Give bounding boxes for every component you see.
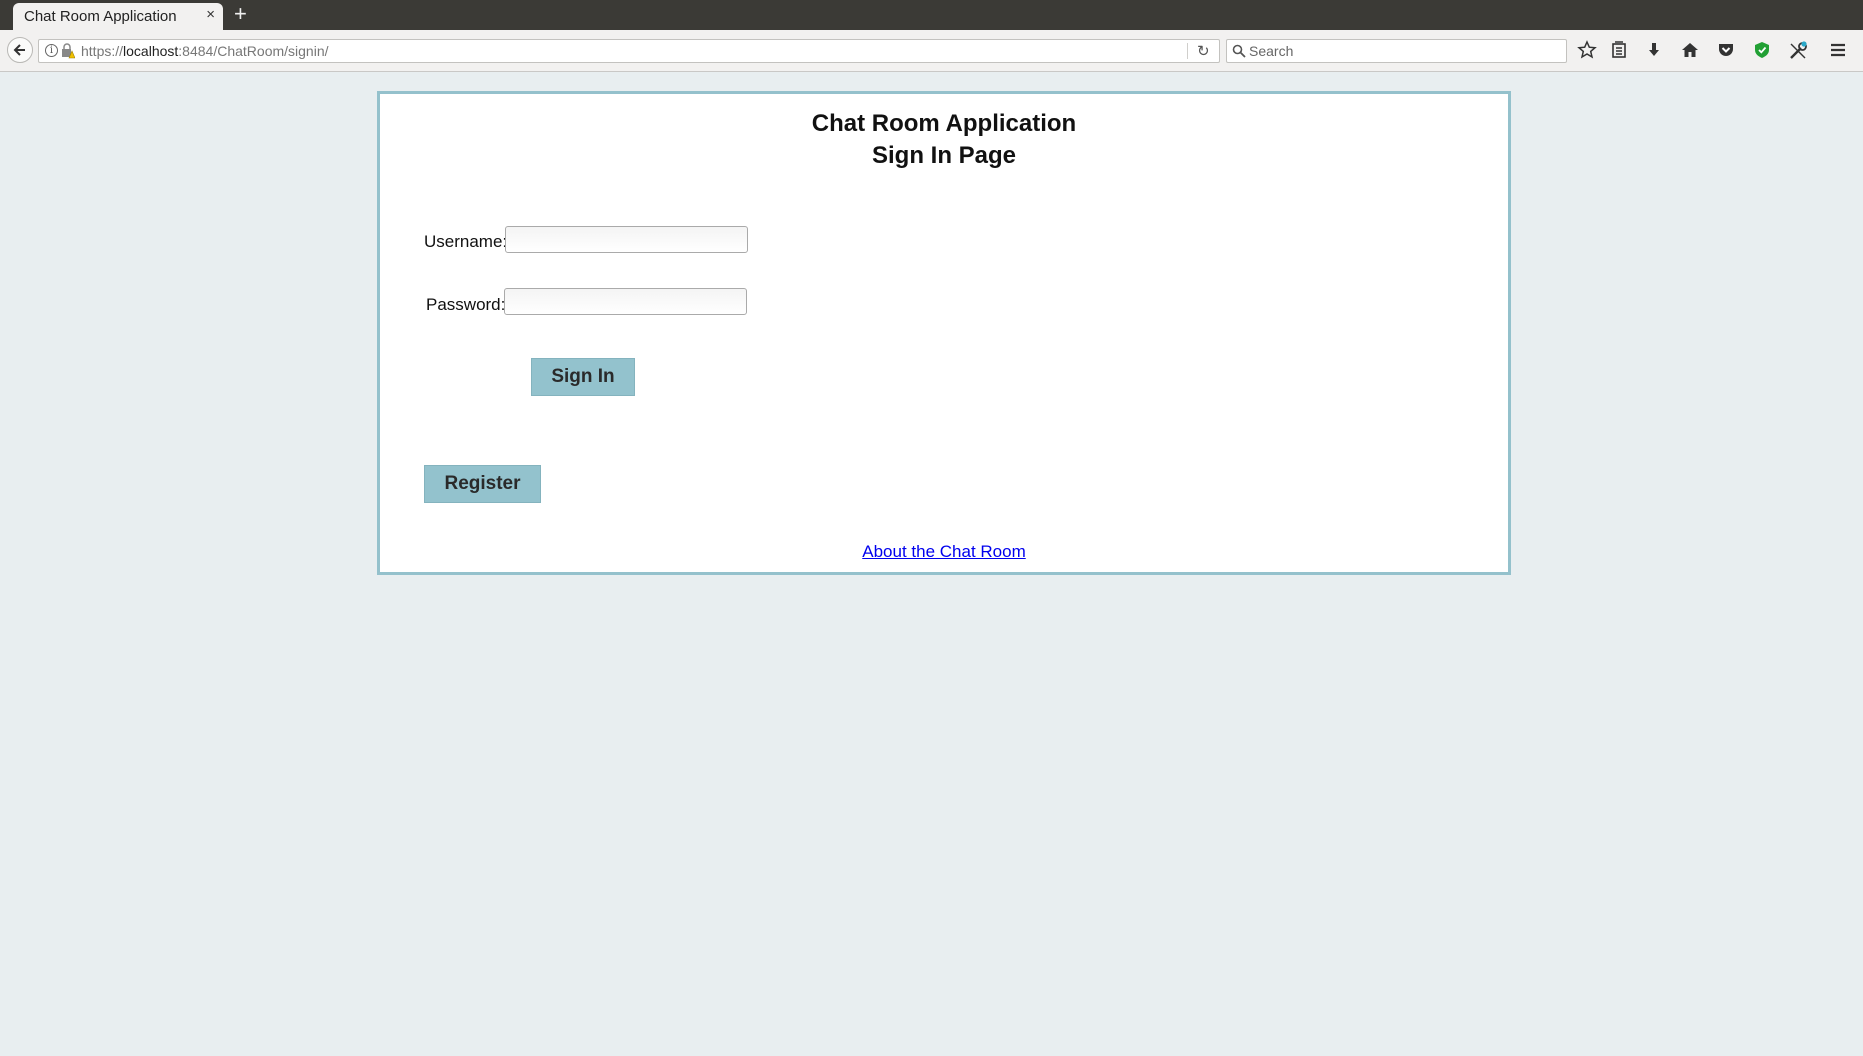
tab-close-icon[interactable]: × [206,6,215,23]
page-subtitle: Sign In Page [871,142,1017,169]
url-host: localhost [123,43,179,59]
shield-icon[interactable] [1752,40,1774,62]
url-bar[interactable]: i https://localhost:8484/ChatRoom/signin… [38,39,1220,63]
tab-title: Chat Room Application [24,8,177,25]
url-text[interactable]: https://localhost:8484/ChatRoom/signin/ [81,43,329,59]
info-icon[interactable]: i [45,44,58,57]
page-title: Chat Room Application Sign In Page [380,108,1508,172]
search-icon [1232,44,1246,58]
password-field[interactable] [504,288,747,315]
tab-active[interactable]: Chat Room Application × [13,3,223,30]
username-label: Username: [424,232,508,251]
navigation-bar: i https://localhost:8484/ChatRoom/signin… [0,30,1863,72]
register-button[interactable]: Register [424,465,541,503]
tab-bar: Chat Room Application × + [0,0,1863,30]
library-icon[interactable] [1609,40,1631,62]
reload-icon[interactable]: ↻ [1197,42,1210,60]
lock-icon[interactable] [61,43,75,59]
back-button[interactable] [7,37,33,63]
url-divider [1187,43,1188,59]
search-bar[interactable] [1226,39,1567,63]
signin-panel: Chat Room Application Sign In Page Usern… [377,91,1511,575]
tools-icon[interactable] [1787,40,1809,62]
app-title: Chat Room Application [811,110,1077,137]
url-path: :8484/ChatRoom/signin/ [178,43,329,59]
password-label: Password: [426,295,506,314]
url-scheme: https:// [81,43,124,59]
about-link-container: About the Chat Room [380,542,1508,562]
home-icon[interactable] [1680,40,1702,62]
search-input[interactable] [1249,42,1549,60]
page-viewport: Chat Room Application Sign In Page Usern… [0,72,1863,1056]
bookmark-star-icon[interactable] [1577,40,1599,62]
download-icon[interactable] [1644,40,1666,62]
menu-icon[interactable] [1828,40,1850,62]
pocket-icon[interactable] [1716,40,1738,62]
new-tab-icon[interactable]: + [234,1,247,27]
back-icon [13,44,25,56]
signin-button[interactable]: Sign In [531,358,635,396]
username-field[interactable] [505,226,748,253]
about-link[interactable]: About the Chat Room [862,542,1025,561]
